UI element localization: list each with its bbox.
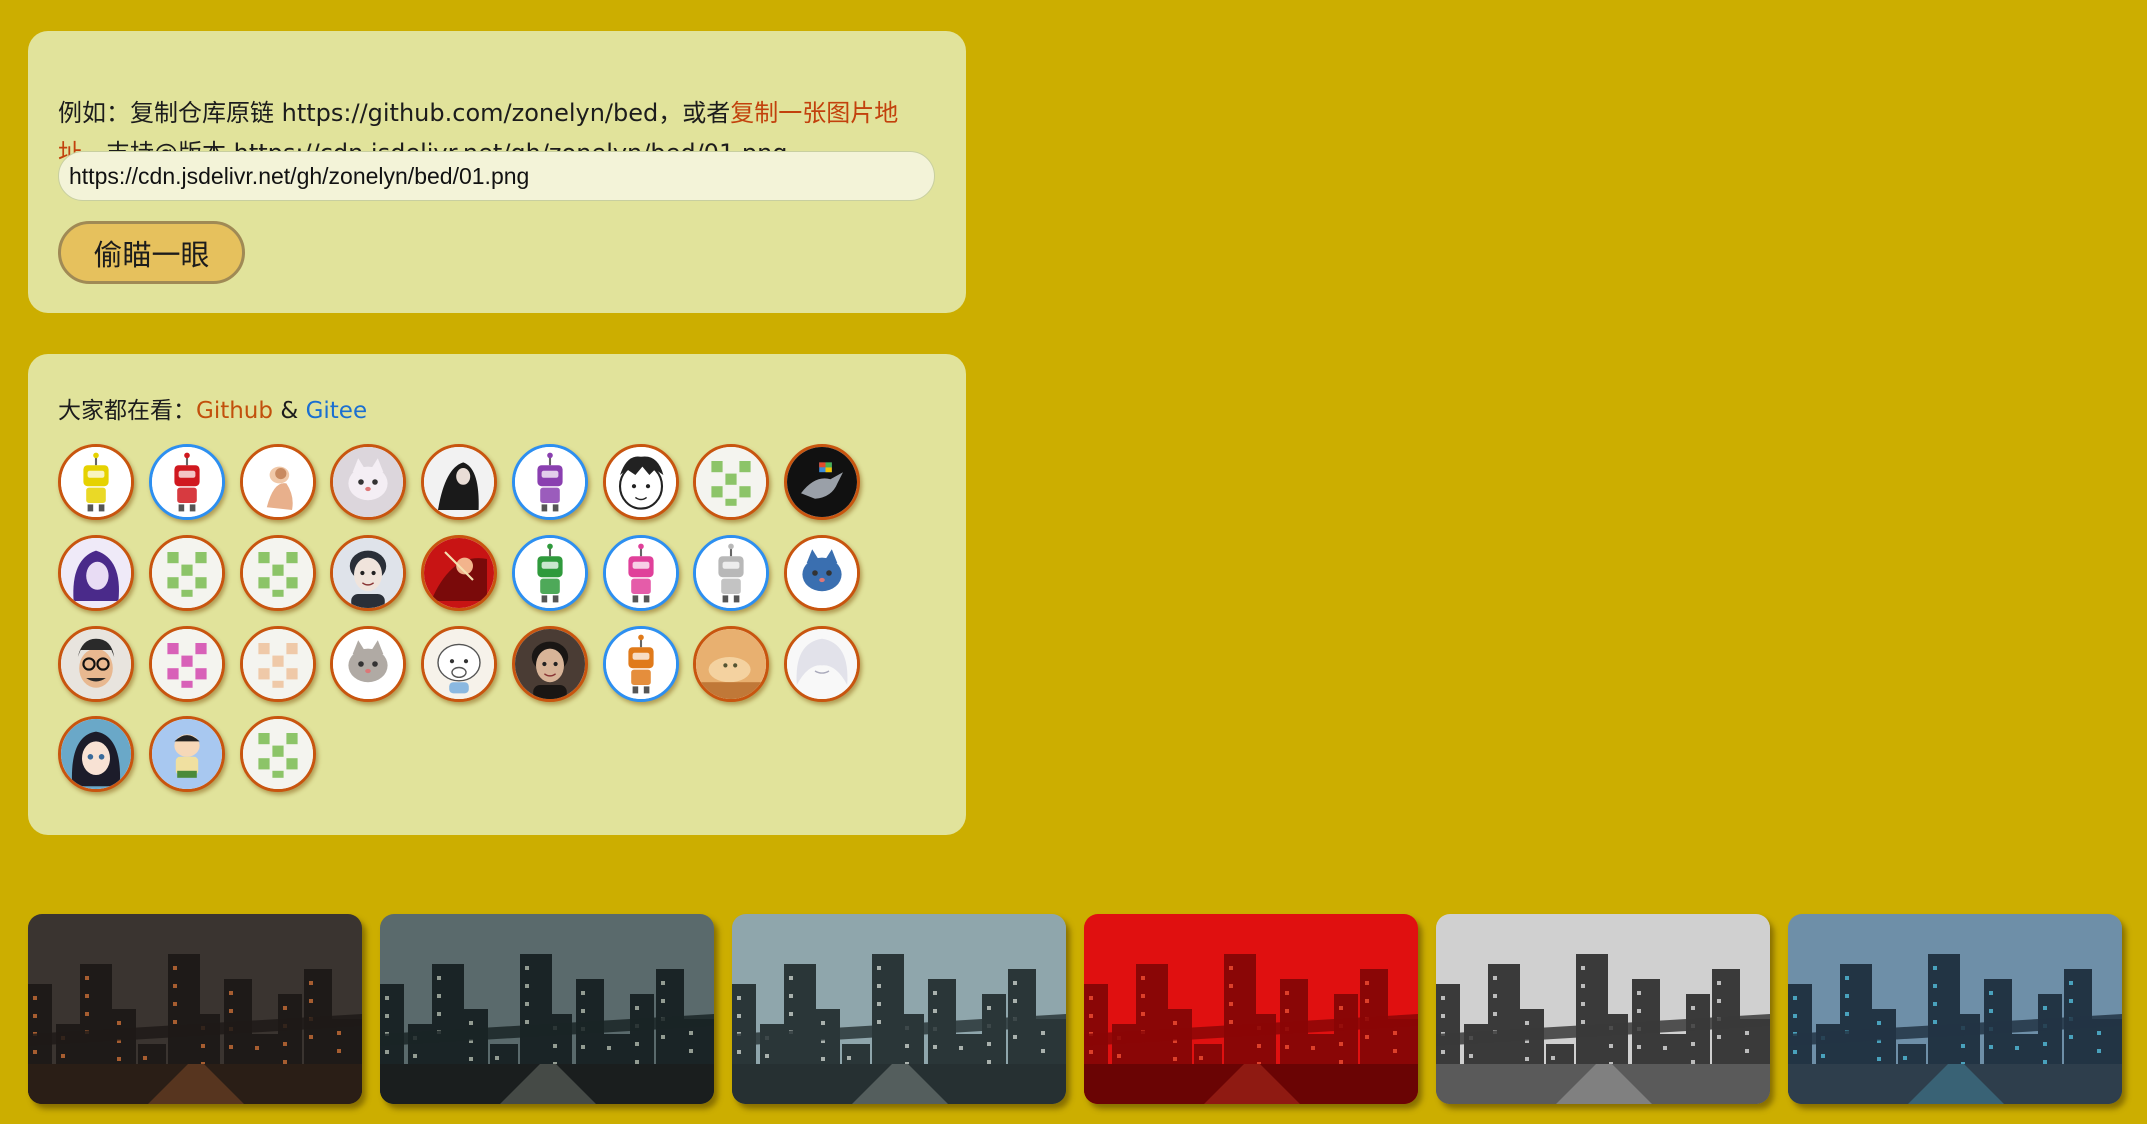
cartoon-face-icon[interactable]	[602, 444, 679, 520]
grey-robot-icon[interactable]	[693, 534, 770, 611]
watching-title: 大家都在看：Github & Gitee	[58, 395, 367, 427]
bird-dark-icon[interactable]	[784, 444, 860, 520]
amp-separator: &	[280, 398, 299, 424]
white-cat-icon[interactable]	[330, 444, 407, 520]
red-robot-icon[interactable]	[148, 444, 225, 520]
gitee-link[interactable]: Gitee	[306, 398, 368, 424]
anime-girl-icon[interactable]	[58, 716, 134, 793]
anime-purple-icon[interactable]	[58, 534, 134, 611]
peek-button[interactable]: 偷瞄一眼	[58, 221, 245, 284]
white-hair-icon[interactable]	[784, 625, 860, 702]
portrait-icon[interactable]	[330, 534, 407, 611]
city-day-image[interactable]	[732, 914, 1066, 1104]
cartoon-baby-icon[interactable]	[421, 625, 497, 702]
url-form-panel: 例如：复制仓库原链 https://github.com/zonelyn/bed…	[28, 31, 966, 313]
grey-cat-icon[interactable]	[330, 625, 407, 702]
watching-prefix: 大家都在看：	[58, 398, 196, 424]
blue-boy-icon[interactable]	[148, 716, 225, 793]
glasses-man-icon[interactable]	[58, 625, 134, 702]
peach-identicon-icon[interactable]	[239, 625, 316, 702]
green-identicon-icon[interactable]	[239, 716, 316, 793]
popular-repos-panel: 大家都在看：Github & Gitee	[28, 354, 966, 835]
hint-prefix: 例如：复制仓库原链 https://github.com/zonelyn/bed…	[58, 99, 731, 127]
bread-icon[interactable]	[693, 625, 770, 702]
pink-identicon-icon[interactable]	[148, 625, 225, 702]
yellow-robot-icon[interactable]	[58, 444, 134, 520]
blue-cat-icon[interactable]	[784, 534, 860, 611]
green-identicon-icon[interactable]	[693, 444, 770, 520]
image-gallery	[28, 914, 2124, 1104]
city-street-image[interactable]	[1788, 914, 2122, 1104]
city-grey-image[interactable]	[1436, 914, 1770, 1104]
figure-sketch-icon[interactable]	[239, 444, 316, 520]
github-link[interactable]: Github	[196, 398, 273, 424]
city-night-image[interactable]	[28, 914, 362, 1104]
green-robot-icon[interactable]	[511, 534, 588, 611]
orange-robot-icon[interactable]	[602, 625, 679, 702]
url-input[interactable]	[58, 151, 935, 201]
dark-figure-icon[interactable]	[421, 444, 497, 520]
red-art-icon[interactable]	[421, 534, 497, 611]
green-identicon-icon[interactable]	[148, 534, 225, 611]
pink-robot-icon[interactable]	[602, 534, 679, 611]
green-identicon-icon[interactable]	[239, 534, 316, 611]
man-photo-icon[interactable]	[511, 625, 588, 702]
purple-robot-icon[interactable]	[511, 444, 588, 520]
city-red-image[interactable]	[1084, 914, 1418, 1104]
city-dusk-image[interactable]	[380, 914, 714, 1104]
